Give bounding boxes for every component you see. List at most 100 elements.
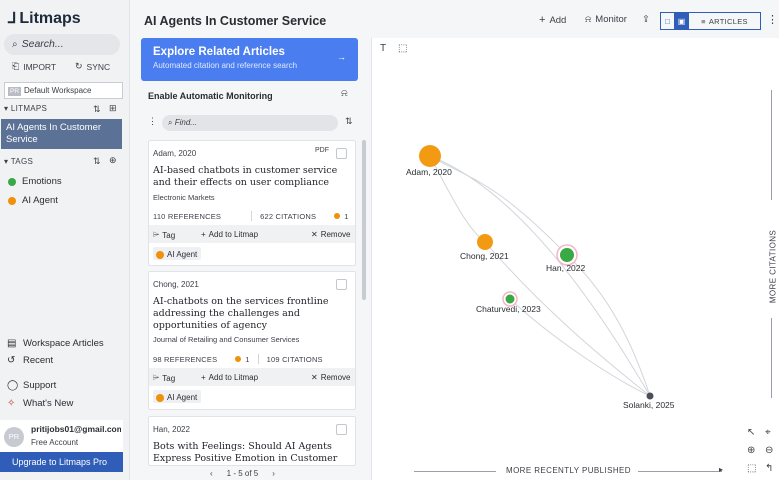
card-author: Han, 2022 bbox=[153, 425, 190, 434]
card-tag-chip[interactable]: AI Agent bbox=[153, 390, 202, 403]
tag-dot-icon bbox=[334, 213, 341, 219]
top-bar: AI Agents In Customer Service + Add ⍾ Mo… bbox=[130, 0, 779, 38]
sort-icon[interactable]: ⇅ bbox=[93, 156, 101, 167]
articles-view-label: ARTICLES bbox=[708, 16, 748, 26]
sync-button[interactable]: ↻ SYNC bbox=[75, 61, 110, 72]
locate-icon[interactable]: ⌖ bbox=[765, 427, 771, 438]
add-litmap-icon[interactable]: ⊞ bbox=[109, 103, 117, 114]
account-panel[interactable]: PR pritijobs01@gmail.com Free Account bbox=[0, 420, 123, 452]
search-input[interactable]: ⌕ Search... bbox=[4, 34, 120, 55]
add-button[interactable]: + Add bbox=[539, 14, 566, 26]
plus-icon: + bbox=[539, 14, 546, 26]
map-view-icon: □ bbox=[665, 16, 670, 26]
node-label[interactable]: Han, 2022 bbox=[546, 263, 585, 273]
sidebar-item-litmap-active[interactable]: AI Agents In Customer Service bbox=[1, 119, 122, 149]
pdf-icon[interactable]: PDF bbox=[315, 147, 329, 154]
more-options-icon[interactable]: ⋮ bbox=[767, 13, 778, 26]
add-to-litmap-button[interactable]: + Add to Litmap bbox=[201, 230, 258, 239]
whats-new-link[interactable]: ✧ What's New bbox=[7, 398, 73, 409]
card-title[interactable]: Bots with Feelings: Should AI Agents Exp… bbox=[153, 441, 348, 465]
graph-node-chong-2021[interactable] bbox=[477, 234, 493, 250]
bell-icon[interactable]: ⍾ bbox=[341, 88, 348, 99]
card-title[interactable]: AI-based chatbots in customer service an… bbox=[153, 165, 348, 189]
graph-node-solanki-2025[interactable] bbox=[646, 392, 654, 400]
card-citations[interactable]: 109 CITATIONS bbox=[267, 355, 323, 364]
graph-canvas[interactable]: T ⬚ Adam, 2020 Chong, 2021 Han, 2022 Cha… bbox=[371, 38, 779, 480]
remove-button[interactable]: ✕ Remove bbox=[311, 373, 351, 382]
sort-icon[interactable]: ⇅ bbox=[93, 104, 101, 115]
card-tag-label: AI Agent bbox=[167, 393, 198, 402]
enable-monitoring-label[interactable]: Enable Automatic Monitoring bbox=[148, 91, 273, 101]
sidebar-tag-emotions[interactable]: Emotions bbox=[8, 176, 62, 187]
node-label[interactable]: Chong, 2021 bbox=[460, 251, 509, 261]
tag-button[interactable]: ⌲ Tag bbox=[153, 230, 175, 240]
article-card[interactable]: Adam, 2020 PDF AI-based chatbots in cust… bbox=[148, 140, 356, 266]
zoom-out-icon[interactable]: ⊖ bbox=[765, 445, 773, 456]
upgrade-button[interactable]: Upgrade to Litmaps Pro bbox=[0, 452, 123, 472]
sidebar-tag-ai-agent[interactable]: AI Agent bbox=[8, 195, 58, 206]
map-view-toggle[interactable]: □ bbox=[661, 13, 675, 29]
import-button[interactable]: ⎗ IMPORT bbox=[12, 61, 56, 72]
next-page-icon[interactable]: › bbox=[272, 469, 275, 478]
support-link[interactable]: ◯ Support bbox=[7, 380, 56, 391]
articles-view-toggle[interactable]: ≡ ARTICLES bbox=[689, 13, 760, 29]
monitor-button[interactable]: ⍾ Monitor bbox=[585, 14, 627, 25]
tags-section-header[interactable]: ▾ TAGS bbox=[4, 157, 33, 166]
plus-icon: + bbox=[201, 373, 206, 382]
x-axis-line bbox=[638, 471, 722, 472]
card-title[interactable]: AI-chatbots on the services frontline ad… bbox=[153, 296, 348, 332]
search-icon: ⌕ bbox=[168, 118, 173, 127]
card-tag-chip[interactable]: AI Agent bbox=[153, 247, 202, 260]
sync-icon: ↻ bbox=[75, 61, 83, 71]
pointer-icon[interactable]: ↖ bbox=[747, 427, 755, 438]
node-label[interactable]: Solanki, 2025 bbox=[623, 400, 675, 410]
card-citations[interactable]: 622 CITATIONS bbox=[260, 212, 316, 221]
tag-button[interactable]: ⌲ Tag bbox=[153, 373, 175, 383]
scrollbar[interactable] bbox=[362, 140, 366, 300]
app-logo[interactable]: ⅃ Litmaps bbox=[8, 9, 81, 28]
card-references[interactable]: 110 REFERENCES bbox=[153, 212, 221, 221]
fit-view-icon[interactable]: ⬚ bbox=[747, 463, 756, 474]
graph-node-adam-2020[interactable] bbox=[419, 145, 441, 167]
workspace-name: Default Workspace bbox=[24, 86, 92, 95]
add-tag-icon[interactable]: ⊕ bbox=[109, 155, 117, 166]
card-venue: Electronic Markets bbox=[153, 193, 215, 202]
list-icon: ≡ bbox=[701, 16, 706, 26]
sort-icon[interactable]: ⇅ bbox=[345, 116, 353, 127]
card-actions: ⌲ Tag + Add to Litmap ✕ Remove bbox=[149, 225, 355, 243]
node-label[interactable]: Adam, 2020 bbox=[406, 167, 452, 177]
recent-link[interactable]: ↺ Recent bbox=[7, 355, 53, 366]
workspace-articles-link[interactable]: ▤ Workspace Articles bbox=[7, 338, 104, 349]
article-card[interactable]: Han, 2022 Bots with Feelings: Should AI … bbox=[148, 416, 356, 466]
card-author: Adam, 2020 bbox=[153, 149, 197, 158]
article-card[interactable]: Chong, 2021 AI-chatbots on the services … bbox=[148, 271, 356, 410]
card-tag-count: 1 bbox=[245, 354, 250, 364]
tag-dot-icon bbox=[235, 356, 242, 362]
pagination: ‹ 1 - 5 of 5 › bbox=[210, 469, 275, 478]
reset-view-icon[interactable]: ↰ bbox=[765, 463, 773, 474]
card-references[interactable]: 98 REFERENCES bbox=[153, 355, 217, 364]
workspace-selector[interactable]: PR Default Workspace bbox=[4, 82, 123, 99]
split-view-toggle[interactable]: ▣ bbox=[675, 13, 689, 29]
prev-page-icon[interactable]: ‹ bbox=[210, 469, 213, 478]
card-checkbox[interactable] bbox=[336, 148, 347, 159]
collapse-caret-icon: ▾ bbox=[4, 104, 9, 113]
y-axis-line bbox=[771, 318, 772, 398]
graph-node-chaturvedi-2023[interactable] bbox=[505, 294, 515, 304]
node-label[interactable]: Chaturvedi, 2023 bbox=[476, 304, 541, 314]
filter-icon[interactable]: ⋮ bbox=[148, 116, 157, 127]
litmaps-section-header[interactable]: ▾ LITMAPS bbox=[4, 104, 47, 113]
explore-related-button[interactable]: Explore Related Articles Automated citat… bbox=[141, 38, 358, 81]
card-checkbox[interactable] bbox=[336, 424, 347, 435]
arrow-right-icon: ▸ bbox=[719, 465, 724, 474]
share-button[interactable]: ⇪ bbox=[642, 14, 650, 25]
sidebar: ⅃ Litmaps ⌕ Search... ⎗ IMPORT ↻ SYNC PR De… bbox=[0, 0, 130, 480]
card-checkbox[interactable] bbox=[336, 279, 347, 290]
bell-icon: ⍾ bbox=[585, 14, 592, 25]
add-to-litmap-button[interactable]: + Add to Litmap bbox=[201, 373, 258, 382]
zoom-in-icon[interactable]: ⊕ bbox=[747, 445, 755, 456]
find-input[interactable]: ⌕ Find... bbox=[162, 115, 338, 131]
remove-button[interactable]: ✕ Remove bbox=[311, 230, 351, 239]
account-email: pritijobs01@gmail.com bbox=[31, 424, 121, 434]
graph-node-han-2022[interactable] bbox=[560, 248, 574, 262]
